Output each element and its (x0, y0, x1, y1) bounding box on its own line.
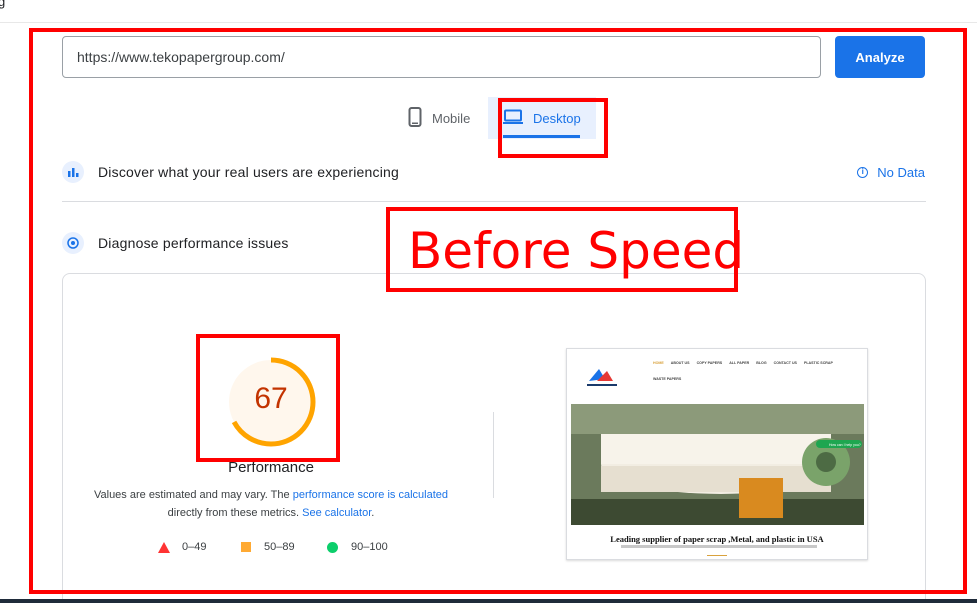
legend-fail-range: 0–49 (182, 541, 207, 553)
score-calculation-link[interactable]: performance score is calculated (293, 489, 448, 501)
chat-bubble-label: How can I help you? (829, 443, 861, 447)
site-nav-item: HOME (653, 361, 664, 365)
tab-desktop[interactable]: Desktop (488, 97, 596, 139)
corner-glyph: g (0, 0, 6, 9)
diagnose-icon (62, 232, 84, 254)
section-divider (62, 201, 926, 202)
legend-pass-range: 90–100 (351, 541, 388, 553)
site-nav-item: BLOG (756, 361, 767, 365)
site-nav-item: ABOUT US (670, 361, 690, 365)
site-logo-icon (587, 369, 617, 386)
lab-data-title: Diagnose performance issues (98, 235, 289, 251)
laptop-icon (503, 109, 523, 128)
average-square-icon (241, 542, 251, 552)
tab-desktop-label: Desktop (533, 110, 581, 126)
tab-mobile-label: Mobile (432, 110, 471, 126)
legend-fail: 0–49 (158, 541, 206, 553)
paper-rolls-photo: How can I help you? (571, 404, 864, 525)
card-vertical-divider (493, 412, 494, 498)
site-heading: Leading supplier of paper scrap ,Metal, … (610, 534, 824, 544)
score-note-text2: directly from these metrics. (167, 507, 303, 519)
site-nav-item: CONTACT US (773, 361, 797, 365)
annotation-label: Before Speed (408, 222, 745, 280)
site-nav-item: PLASTIC SCRAP (803, 361, 833, 365)
score-note-text1: Values are estimated and may vary. The (93, 489, 293, 501)
no-data-link[interactable]: i No Data (857, 165, 925, 180)
score-note-line2: directly from these metrics. See calcula… (85, 507, 457, 519)
phone-icon (408, 106, 422, 130)
info-icon: i (857, 167, 869, 178)
score-note-end: . (371, 507, 375, 519)
site-nav-item: ALL PAPER (729, 361, 750, 365)
performance-label: Performance (228, 459, 314, 476)
field-data-section: Discover what your real users are experi… (62, 161, 399, 183)
see-calculator-link[interactable]: See calculator (302, 507, 371, 519)
no-data-label: No Data (877, 165, 925, 180)
page-screenshot-thumbnail: HOME ABOUT US COPY PAPERS ALL PAPER BLOG… (566, 348, 868, 560)
site-nav-item: WASTE PAPERS (653, 377, 682, 381)
site-nav: HOME ABOUT US COPY PAPERS ALL PAPER BLOG… (653, 361, 833, 365)
field-data-title: Discover what your real users are experi… (98, 164, 399, 180)
lab-data-section: Diagnose performance issues (62, 232, 289, 254)
legend-average: 50–89 (241, 541, 295, 553)
performance-score: 67 (254, 382, 288, 415)
taskbar-strip (0, 599, 977, 603)
url-input[interactable] (62, 36, 821, 78)
legend-average-range: 50–89 (264, 541, 295, 553)
top-divider (0, 22, 977, 23)
fail-triangle-icon (158, 541, 170, 553)
pass-circle-icon (327, 541, 338, 553)
users-chart-icon (62, 161, 84, 183)
tab-mobile[interactable]: Mobile (400, 97, 486, 139)
site-nav-item: COPY PAPERS (696, 361, 723, 365)
legend-pass: 90–100 (327, 541, 388, 553)
tab-active-indicator (503, 135, 580, 138)
score-note-line1: Values are estimated and may vary. The p… (85, 489, 457, 501)
page: g Analyze Mobile Desktop Discover what y… (0, 0, 977, 603)
site-accent-bar (707, 555, 727, 556)
analyze-button[interactable]: Analyze (835, 36, 925, 78)
site-subtitle-line (621, 545, 817, 548)
